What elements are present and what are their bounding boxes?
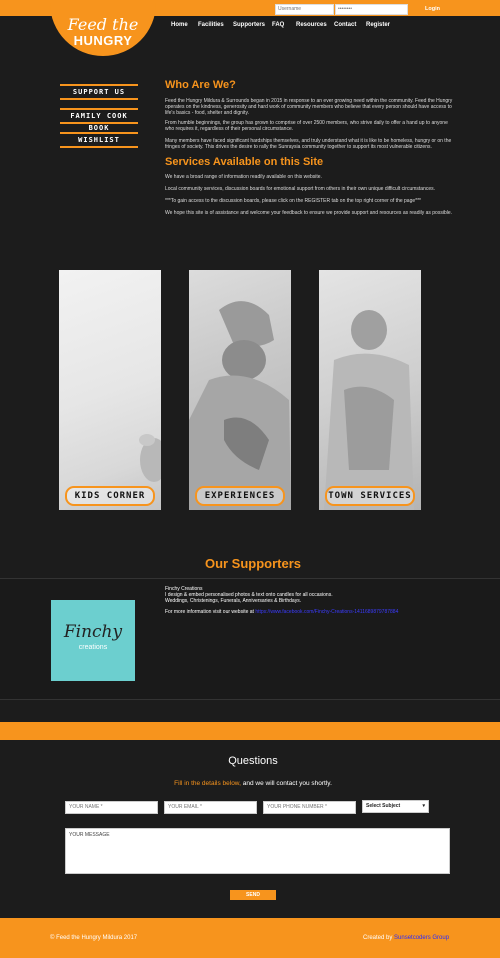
nav-faq[interactable]: FAQ [272, 22, 284, 28]
logo-line-1: Feed the [67, 15, 139, 34]
questions-title: Questions [228, 755, 278, 767]
login-button[interactable]: Login [425, 6, 440, 12]
kids-photo [139, 434, 161, 482]
nav-resources[interactable]: Resources [296, 22, 327, 28]
send-button[interactable]: SEND [230, 890, 276, 900]
services-paragraph-1: We have a broad range of information rea… [165, 174, 322, 180]
sidebar-item-wishlist[interactable]: WISHLIST [60, 132, 138, 148]
town-services-photo [324, 310, 414, 510]
supporter-more-prefix: For more information visit our website a… [165, 609, 254, 615]
phone-field[interactable] [263, 801, 356, 814]
username-input[interactable] [275, 4, 334, 15]
questions-subtitle: Fill in the details below, and we will c… [0, 780, 500, 787]
questions-subtitle-white: and we will contact you shortly. [240, 780, 332, 787]
supporters-title: Our Supporters [204, 556, 302, 571]
message-field[interactable]: YOUR MESSAGE [65, 828, 450, 874]
name-field[interactable] [65, 801, 158, 814]
footer-credit: Created by Sunsetcoders Group [363, 935, 449, 941]
footer-credit-link[interactable]: Sunsetcoders Group [394, 935, 449, 941]
finchy-creations-logo[interactable]: Finchy creations [51, 600, 135, 681]
email-field[interactable] [164, 801, 257, 814]
about-paragraph-1: Feed the Hungry Mildura & Surrounds bega… [165, 98, 453, 116]
subject-select[interactable]: Select Subject ▾ [362, 800, 429, 813]
nav-home[interactable]: Home [171, 22, 188, 28]
chevron-down-icon: ▾ [422, 803, 425, 809]
panel-label-town-services: TOWN SERVICES [325, 486, 415, 506]
panel-label-experiences: EXPERIENCES [195, 486, 285, 506]
orange-divider [0, 722, 500, 740]
nav-facilities[interactable]: Facilities [198, 22, 224, 28]
sidebar-item-support-us[interactable]: SUPPORT US [60, 84, 138, 100]
about-paragraph-2: From humble beginnings, the group has gr… [165, 120, 448, 132]
about-paragraph-3: Many members have faced significant hard… [165, 138, 452, 150]
sidebar-item-family-cook-book[interactable]: FAMILY COOK BOOK [60, 108, 138, 132]
services-paragraph-3: ***To gain access to the discussion boar… [165, 198, 421, 204]
footer-credit-prefix: Created by [363, 935, 393, 941]
password-input[interactable] [335, 4, 408, 15]
site-logo[interactable]: Feed the HUNGRY [50, 0, 156, 56]
services-paragraph-4: We hope this site is of assistance and w… [165, 210, 453, 216]
questions-subtitle-orange: Fill in the details below, [174, 780, 241, 787]
nav-supporters[interactable]: Supporters [233, 22, 265, 28]
finchy-logo-name: Finchy [63, 622, 123, 642]
subject-select-label: Select Subject [366, 803, 401, 809]
services-title: Services Available on this Site [165, 156, 324, 168]
panel-experiences[interactable]: EXPERIENCES [189, 270, 291, 510]
panel-town-services[interactable]: TOWN SERVICES [319, 270, 421, 510]
logo-line-2: HUNGRY [73, 33, 133, 48]
nav-contact[interactable]: Contact [334, 22, 356, 28]
panel-kids-corner[interactable]: KIDS CORNER [59, 270, 161, 510]
supporter-facebook-link[interactable]: https://www.facebook.com/Finchy-Creation… [255, 609, 398, 615]
panel-label-kids-corner: KIDS CORNER [65, 486, 155, 506]
message-placeholder: YOUR MESSAGE [69, 832, 110, 838]
nav-register[interactable]: Register [366, 22, 390, 28]
supporter-more-info: For more information visit our website a… [165, 609, 398, 615]
services-paragraph-2: Local community services, discussion boa… [165, 186, 436, 192]
experiences-photo [189, 301, 291, 510]
about-title: Who Are We? [165, 79, 236, 91]
footer-copyright: © Feed the Hungry Mildura 2017 [50, 935, 138, 941]
finchy-logo-sub: creations [78, 644, 108, 651]
supporter-line-2: Weddings, Christenings, Funerals, Annive… [165, 598, 302, 604]
